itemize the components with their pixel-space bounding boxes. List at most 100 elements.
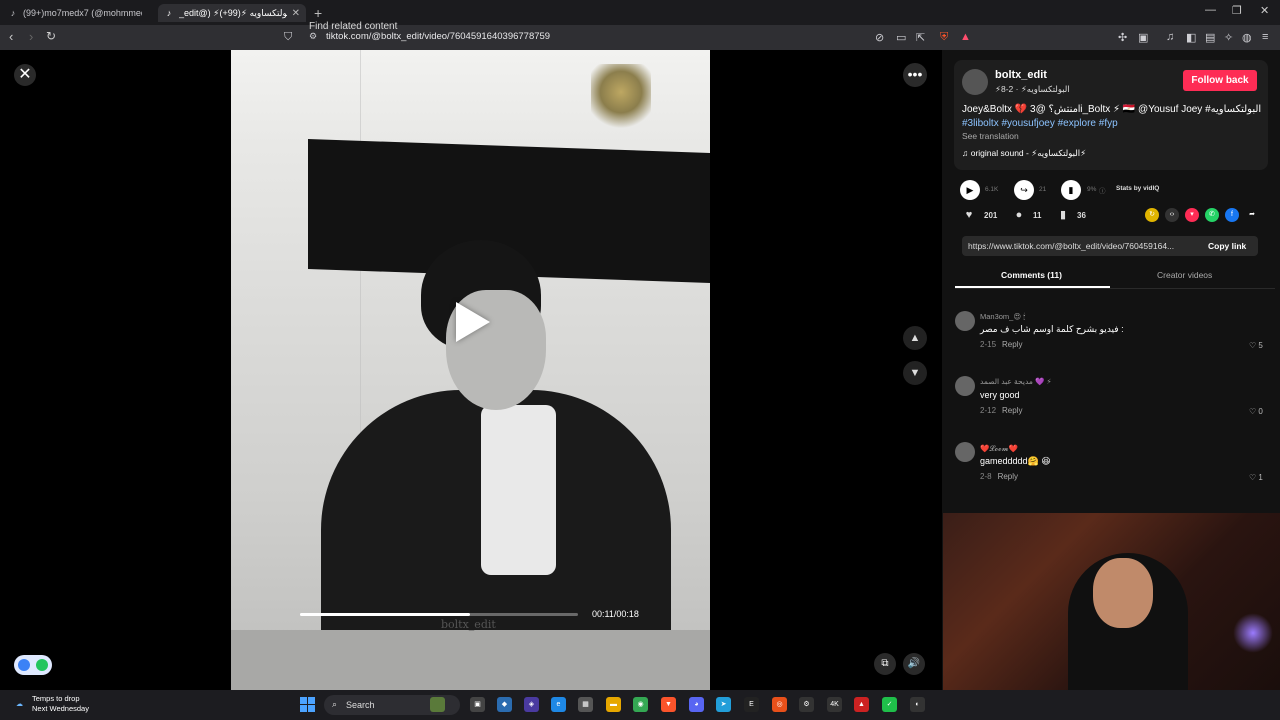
bookmark-icon[interactable]: ⛉ [284,31,292,44]
extensions-icon[interactable]: ✣ [1118,31,1127,44]
follow-back-button[interactable]: Follow back [1183,70,1257,91]
video-player[interactable] [231,50,710,690]
chrome-icon[interactable]: ◉ [633,697,648,712]
video-time: 00:11/00:18 [592,609,639,619]
share-count: 21 [1039,186,1047,193]
menu-icon[interactable]: ≡ [1262,31,1268,43]
app-icon-9[interactable]: ◐ [910,697,925,712]
pip-icon[interactable]: ⧉ [874,653,896,675]
share-count-icon: ↪ [1014,180,1034,200]
comment-icon[interactable]: ● [1012,208,1026,222]
comment-like[interactable]: ♡ 5 [1249,341,1263,350]
comment-date: 2-8 [980,472,992,481]
heart-icon[interactable]: ♥ [962,208,976,222]
new-tab-button[interactable]: + [314,5,322,21]
share-icon[interactable]: ➦ [1245,208,1259,222]
previous-video-button[interactable]: ▲ [903,326,927,350]
browser-tab-1[interactable]: ♪ (99+)mo7medx7 (@mohmmedlbib) | [2,4,148,22]
wallet-icon[interactable]: ▤ [1205,31,1215,44]
author-avatar[interactable] [962,69,988,95]
next-video-button[interactable]: ▼ [903,361,927,385]
close-window-icon[interactable]: ✕ [1260,4,1269,17]
sound-link[interactable]: ♫ original sound - ⚡البولتكساويه⚡ [962,148,1086,159]
play-icon[interactable] [456,302,490,342]
app-icon-7[interactable]: ▲ [854,697,869,712]
cast-icon[interactable]: ▭ [896,31,906,44]
weather-icon[interactable]: ☁ [12,697,27,712]
brave-shield-icon[interactable]: ⛨ [940,31,948,44]
sidebar-icon[interactable]: ◧ [1186,31,1196,44]
info-icon[interactable]: ⓘ [1099,185,1106,195]
app-icon-6[interactable]: 4K [827,697,842,712]
comment-avatar[interactable] [955,311,975,331]
copy-link-button[interactable]: Copy link [1208,241,1246,251]
vpn-icon[interactable]: ◍ [1242,31,1252,44]
repost-icon[interactable]: ↻ [1145,208,1159,222]
comment-like[interactable]: ♡ 0 [1249,407,1263,416]
url-text[interactable]: tiktok.com/@boltx_edit/video/76045916403… [326,31,550,42]
leo-ai-icon[interactable]: ✧ [1224,31,1233,44]
minimize-icon[interactable]: — [1205,4,1216,16]
app-icon-5[interactable]: ⚙ [799,697,814,712]
maximize-icon[interactable]: ❐ [1232,4,1242,17]
reply-button[interactable]: Reply [998,472,1018,481]
edge-icon[interactable]: e [551,697,566,712]
comment-meta: 2-8 Reply [980,472,1018,481]
taskbar-search-label: Search [346,700,375,710]
brave-icon[interactable]: ▼ [661,697,676,712]
comment-user[interactable]: ❤️𝓛𝓸𝓸𝓶❤️ [980,444,1018,454]
comment-user[interactable]: مديحة عبد الصمد 💜 ⚡ [980,377,1052,386]
comment-avatar[interactable] [955,376,975,396]
app-icon-1[interactable]: ◆ [497,697,512,712]
app-icon-8[interactable]: ✓ [882,697,897,712]
discord-icon[interactable]: ◕ [689,697,704,712]
more-options-button[interactable]: ••• [903,63,927,87]
tiktok-icon: ♪ [166,8,172,18]
close-tab-icon[interactable]: ✕ [292,8,300,19]
see-translation-link[interactable]: See translation [962,131,1019,141]
weather-widget[interactable]: Temps to drop Next Wednesday [32,694,89,714]
webcam-overlay [943,513,1280,690]
comment-like[interactable]: ♡ 1 [1249,473,1263,482]
site-info-icon[interactable]: ⚙ [309,31,317,42]
forward-icon[interactable]: › [29,29,33,44]
app-icon-2[interactable]: ◈ [524,697,539,712]
video-link[interactable]: https://www.tiktok.com/@boltx_edit/video… [968,241,1196,251]
rewards-icon[interactable]: ▲ [960,31,971,43]
purple-light [1233,613,1273,653]
find-related-search[interactable]: Find related content [309,21,397,32]
windows-start-icon[interactable] [300,697,316,713]
volume-icon[interactable]: 🔊 [903,653,925,675]
file-explorer-icon[interactable]: ▬ [606,697,621,712]
caption-hashtags[interactable]: #3liboltx #yousufjoey #explore #fyp [962,118,1118,129]
tracker-icon[interactable]: ⊘ [875,31,884,44]
reload-icon[interactable]: ↻ [46,29,56,43]
bookmark-save-icon[interactable]: ▮ [1056,208,1070,222]
send-icon[interactable]: ▾ [1185,208,1199,222]
facebook-icon[interactable]: f [1225,208,1239,222]
telegram-icon[interactable]: ➤ [716,697,731,712]
reply-button[interactable]: Reply [1002,406,1022,415]
tab-creator-videos[interactable]: Creator videos [1157,270,1212,280]
task-view-icon[interactable]: ▣ [470,697,485,712]
app-icon-3[interactable]: ▦ [578,697,593,712]
app-icon-4[interactable]: ◎ [772,697,787,712]
screenshot-icon[interactable]: ▣ [1138,31,1148,44]
comment-count: 11 [1033,211,1042,220]
reply-button[interactable]: Reply [1002,340,1022,349]
epic-games-icon[interactable]: E [744,697,759,712]
whatsapp-icon[interactable]: ✆ [1205,208,1219,222]
heart-outline-icon: ♡ [1249,341,1257,350]
progress-bar[interactable] [300,613,578,616]
embed-icon[interactable]: ‹› [1165,208,1179,222]
share-page-icon[interactable]: ⇱ [916,31,925,44]
back-icon[interactable]: ‹ [9,29,13,44]
comment-avatar[interactable] [955,442,975,462]
browser-tab-2[interactable]: ♪ _edit@) ⚡البولتكساويه ⚡(99+) ✕ [158,4,306,22]
tab-comments[interactable]: Comments (11) [1001,270,1062,280]
autoscroll-toggle[interactable] [14,655,52,675]
author-name[interactable]: boltx_edit [995,69,1047,81]
comment-user[interactable]: Man3om_😍 🕯 [980,312,1025,322]
close-video-button[interactable]: ✕ [14,64,36,86]
media-icon[interactable]: ♫ [1166,31,1174,43]
